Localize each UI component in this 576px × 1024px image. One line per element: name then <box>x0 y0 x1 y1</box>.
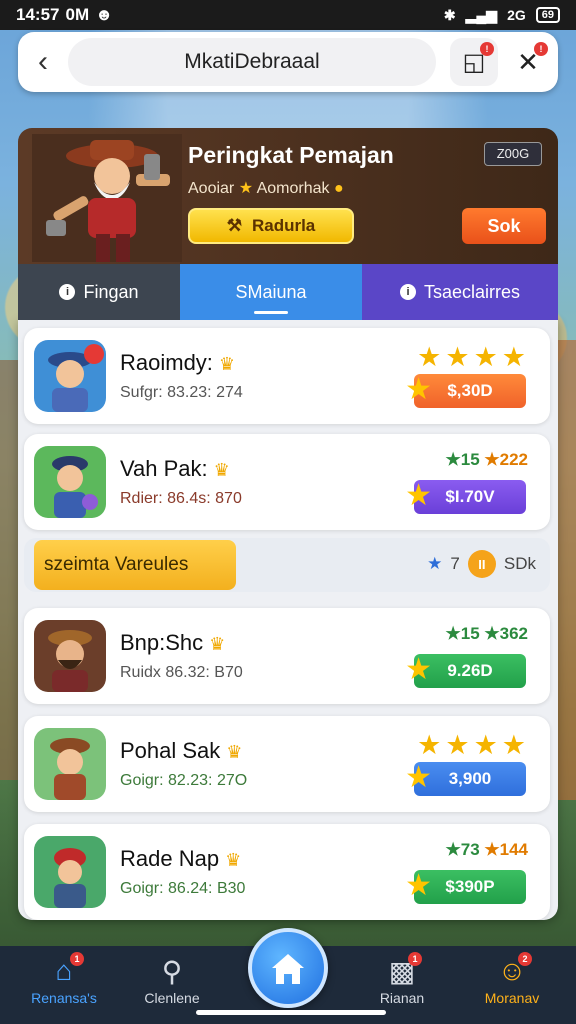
status-time: 14:57 <box>16 5 60 24</box>
top-app-bar: ‹ MkatiDebraaal ◱ ! ✕ ! <box>18 32 558 92</box>
game-thumbnail <box>34 728 106 800</box>
info-icon: i <box>59 284 76 300</box>
battery-icon: 69 <box>535 7 560 23</box>
rating-stars: ★★★★ <box>417 342 530 372</box>
list-item[interactable]: Rade Nap ♛ Goigr: 86.24: B30 ★73 ★144 ★ $… <box>24 824 550 920</box>
home-indicator <box>196 1010 386 1015</box>
center-home-button[interactable] <box>248 928 328 1008</box>
hero-primary-button[interactable]: ⚒ Radurla <box>188 208 354 244</box>
list-item[interactable]: Vah Pak: ♛ Rdier: 86.4s: 870 ★15 ★222 ★ $… <box>24 434 550 530</box>
leaderboard-hero: Peringkat Pemajan Z00G Aooiar ★ Aomorhak… <box>18 128 558 264</box>
pause-icon[interactable]: II <box>467 550 496 578</box>
list-item[interactable]: Raoimdy: ♛ Sufgr: 83.23: 274 ★★★★ ★ $,30D <box>24 328 550 424</box>
tab-smaiuna[interactable]: SMaiuna <box>180 264 362 320</box>
hammer-icon: ⚒ <box>226 216 242 235</box>
player-name: Vah Pak: ♛ <box>120 456 230 481</box>
tab-bar: i Fingan SMaiuna i Tsaeclairres <box>18 264 558 320</box>
crown-icon: ♛ <box>225 850 242 870</box>
mini-stats: ★15 ★222 <box>445 450 529 469</box>
star-icon: ★ <box>238 180 254 197</box>
player-stats: Goigr: 82.23: 27O <box>120 772 248 789</box>
player-stats: Sufgr: 83.23: 274 <box>120 384 243 401</box>
chat-icon: ▩ 1 <box>382 952 422 990</box>
back-button[interactable]: ‹ <box>18 32 68 92</box>
player-name: Raoimdy: ♛ <box>120 350 236 375</box>
hero-character-image <box>32 134 182 262</box>
hero-secondary-button[interactable]: Sok <box>462 208 546 244</box>
game-thumbnail <box>34 836 106 908</box>
active-tab-indicator <box>254 311 288 314</box>
search-icon: ⚲ <box>161 955 183 987</box>
notification-badge: ! <box>480 42 494 56</box>
player-name: Rade Nap ♛ <box>120 846 242 871</box>
hero-title: Peringkat Pemajan <box>188 142 394 168</box>
list-item[interactable]: Pohal Sak ♛ Goigr: 82.23: 27O ★★★★ ★ 3,90… <box>24 716 550 812</box>
game-thumbnail <box>34 446 106 518</box>
nav-item-chat[interactable]: ▩ 1 Rianan <box>352 952 452 1006</box>
notification-badge: 2 <box>518 952 532 966</box>
status-bar: 14:57 0M ☻ ✱ ▂▄▆ 2G 69 <box>0 0 576 30</box>
nav-item-profile[interactable]: ☺ 2 Moranav <box>462 952 562 1006</box>
star-icon: ★ <box>405 479 432 512</box>
player-stats: Ruidx 86.32: B70 <box>120 664 243 681</box>
notification-badge: 1 <box>408 952 422 966</box>
crown-icon: ♛ <box>209 634 226 654</box>
mini-stats: ★15 ★362 <box>445 624 529 643</box>
home-icon: ⌂ 1 <box>44 952 84 990</box>
player-stats: Goigr: 86.24: B30 <box>120 880 246 897</box>
notification-badge: 1 <box>70 952 84 966</box>
hero-badge: Z00G <box>484 142 542 166</box>
banner-stats: ★ 7 II SDk <box>427 550 536 578</box>
notification-badge: ! <box>534 42 548 56</box>
info-icon: i <box>399 284 416 300</box>
notification-icon: ☻ <box>95 5 113 24</box>
close-button[interactable]: ✕ ! <box>504 38 552 86</box>
crown-icon: ♛ <box>218 354 236 374</box>
house-icon <box>272 954 304 984</box>
page-title: MkatiDebraaal <box>68 38 436 86</box>
bluetooth-icon: ✱ <box>443 6 456 23</box>
tab-tsaeclairres[interactable]: i Tsaeclairres <box>362 264 558 320</box>
share-button[interactable]: ◱ ! <box>450 38 498 86</box>
star-icon: ★ <box>405 869 432 902</box>
signal-icon: ▂▄▆ <box>465 6 498 23</box>
mini-stats: ★73 ★144 <box>445 840 529 859</box>
hero-subtitle: Aooiar ★ Aomorhak ● <box>188 180 344 197</box>
coin-icon: ● <box>333 180 344 197</box>
nav-item-search[interactable]: ⚲ Clenlene <box>122 952 222 1007</box>
leaderboard-list: Raoimdy: ♛ Sufgr: 83.23: 274 ★★★★ ★ $,30D… <box>18 320 558 920</box>
star-icon: ★ <box>405 761 432 794</box>
tab-fingan[interactable]: i Fingan <box>18 264 180 320</box>
crown-icon: ♛ <box>226 742 243 762</box>
star-icon: ★ <box>427 554 443 573</box>
status-carrier: 0M <box>65 5 90 24</box>
profile-icon: ☺ 2 <box>492 952 532 990</box>
nav-item-home[interactable]: ⌂ 1 Renansa's <box>14 952 114 1006</box>
game-thumbnail <box>34 340 106 412</box>
star-icon: ★ <box>405 653 432 686</box>
game-thumbnail <box>34 620 106 692</box>
network-label: 2G <box>507 7 526 23</box>
crown-icon: ♛ <box>213 460 230 480</box>
player-name: Pohal Sak ♛ <box>120 738 243 763</box>
chevron-left-icon: ‹ <box>38 45 48 78</box>
bottom-navigation: ⌂ 1 Renansa's ⚲ Clenlene ▩ 1 Rianan ☺ 2 Mor… <box>0 928 576 1024</box>
player-stats: Rdier: 86.4s: 870 <box>120 490 242 507</box>
rating-stars: ★★★★ <box>417 730 530 760</box>
banner-label: szeimta Vareules <box>34 540 236 590</box>
promo-banner[interactable]: szeimta Vareules ★ 7 II SDk <box>24 538 550 592</box>
list-item[interactable]: Bnp:Shc ♛ Ruidx 86.32: B70 ★15 ★362 ★ 9.2… <box>24 608 550 704</box>
star-icon: ★ <box>405 373 432 406</box>
player-name: Bnp:Shc ♛ <box>120 630 226 655</box>
